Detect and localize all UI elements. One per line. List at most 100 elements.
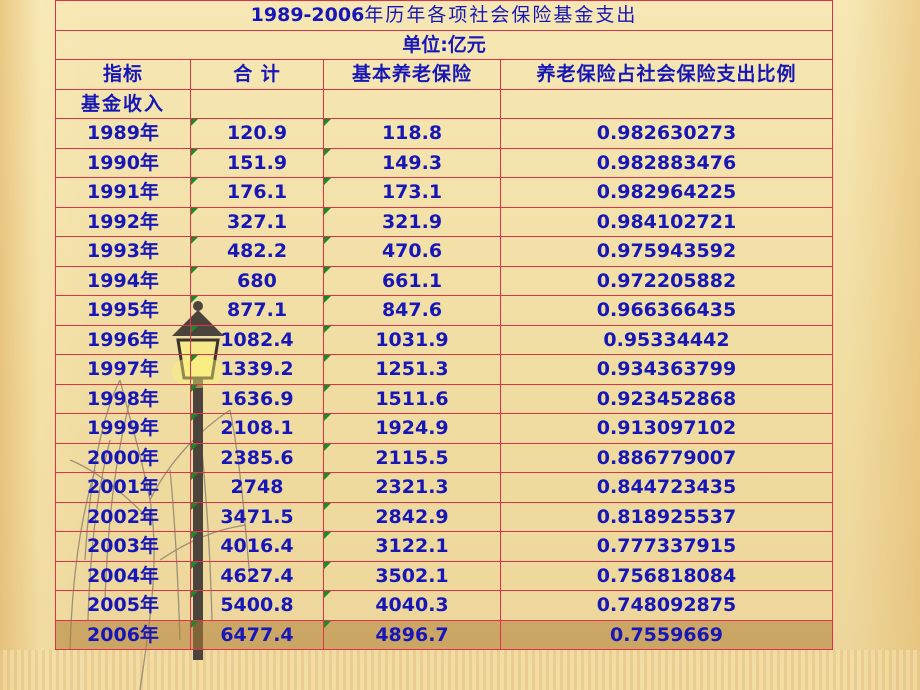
total-cell: 327.1: [190, 206, 324, 237]
year-cell: 1992年: [55, 206, 191, 237]
header-indicator: 指标: [55, 59, 191, 90]
year-cell: 1995年: [55, 295, 191, 326]
ratio-cell: 0.913097102: [500, 413, 833, 444]
subheader-row: 基金收入: [55, 88, 833, 119]
cell-comment-marker: [324, 591, 331, 598]
ratio-cell: 0.886779007: [500, 442, 833, 473]
table-row: 1991年 176.1 173.1 0.982964225: [55, 177, 833, 208]
basic-pension-cell: 321.9: [323, 206, 501, 237]
basic-pension-cell: 847.6: [323, 295, 501, 326]
cell-comment-marker: [191, 443, 198, 451]
cell-comment-marker: [324, 296, 331, 303]
ratio-cell: 0.7559669: [500, 619, 833, 650]
ratio-cell: 0.748092875: [500, 590, 833, 621]
basic-pension-cell: 1924.9: [323, 413, 501, 444]
ratio-cell: 0.972205882: [500, 265, 833, 296]
cell-comment-marker: [324, 119, 331, 126]
basic-pension-cell: 1031.9: [323, 324, 501, 355]
table-row: 1999年 2108.1 1924.9 0.913097102: [55, 413, 833, 444]
total-cell: 176.1: [190, 177, 324, 208]
total-cell: 2385.6: [190, 442, 324, 473]
basic-pension-cell: 1251.3: [323, 354, 501, 385]
cell-comment-marker: [191, 414, 198, 421]
table-row: 2003年 4016.4 3122.1 0.777337915: [55, 531, 833, 562]
cell-comment-marker: [324, 266, 331, 274]
cell-comment-marker: [191, 296, 198, 303]
year-cell: 1996年: [55, 324, 191, 355]
cell-comment-marker: [191, 355, 198, 362]
year-cell: 2005年: [55, 590, 191, 621]
basic-pension-cell: 149.3: [323, 147, 501, 178]
year-cell: 1994年: [55, 265, 191, 296]
cell-comment-marker: [191, 502, 198, 510]
table-row: 1996年 1082.4 1031.9 0.95334442: [55, 324, 833, 355]
basic-pension-cell: 3502.1: [323, 560, 501, 591]
unit-row: 单位:亿元: [55, 29, 833, 60]
total-cell: 120.9: [190, 118, 324, 149]
year-cell: 1993年: [55, 236, 191, 267]
total-cell: 1339.2: [190, 354, 324, 385]
fund-expenditure-table: 1989-2006年历年各项社会保险基金支出 单位:亿元 指标 合 计 基本养老…: [55, 0, 833, 650]
ratio-cell: 0.984102721: [500, 206, 833, 237]
cell-comment-marker: [191, 620, 198, 628]
total-cell: 4016.4: [190, 531, 324, 562]
cell-comment-marker: [191, 325, 198, 333]
cell-comment-marker: [191, 384, 198, 392]
ratio-cell: 0.966366435: [500, 295, 833, 326]
ratio-cell: 0.756818084: [500, 560, 833, 591]
ratio-cell: 0.982883476: [500, 147, 833, 178]
table-row: 1997年 1339.2 1251.3 0.934363799: [55, 354, 833, 385]
ratio-cell: 0.982630273: [500, 118, 833, 149]
table-row: 2001年 2748 2321.3 0.844723435: [55, 472, 833, 503]
empty-cell: [323, 88, 501, 119]
year-cell: 1999年: [55, 413, 191, 444]
cell-comment-marker: [191, 591, 198, 598]
table-row: 1998年 1636.9 1511.6 0.923452868: [55, 383, 833, 414]
header-total: 合 计: [190, 59, 324, 90]
basic-pension-cell: 1511.6: [323, 383, 501, 414]
total-cell: 3471.5: [190, 501, 324, 532]
table-row: 2004年 4627.4 3502.1 0.756818084: [55, 560, 833, 591]
cell-comment-marker: [191, 473, 198, 480]
table-row: 1992年 327.1 321.9 0.984102721: [55, 206, 833, 237]
subheader-fund-income: 基金收入: [55, 88, 191, 119]
cell-comment-marker: [324, 355, 331, 362]
cell-comment-marker: [191, 148, 198, 156]
year-cell: 1989年: [55, 118, 191, 149]
basic-pension-cell: 4896.7: [323, 619, 501, 650]
cell-comment-marker: [324, 325, 331, 333]
year-cell: 1998年: [55, 383, 191, 414]
year-cell: 2006年: [55, 619, 191, 650]
table-row: 2006年 6477.4 4896.7 0.7559669: [55, 619, 833, 650]
cell-comment-marker: [324, 561, 331, 569]
ratio-cell: 0.923452868: [500, 383, 833, 414]
ratio-cell: 0.818925537: [500, 501, 833, 532]
basic-pension-cell: 4040.3: [323, 590, 501, 621]
cell-comment-marker: [324, 178, 331, 185]
empty-cell: [500, 88, 833, 119]
cell-comment-marker: [324, 207, 331, 215]
empty-cell: [190, 88, 324, 119]
total-cell: 2748: [190, 472, 324, 503]
year-cell: 1991年: [55, 177, 191, 208]
cell-comment-marker: [324, 532, 331, 539]
total-cell: 1636.9: [190, 383, 324, 414]
header-row: 指标 合 计 基本养老保险 养老保险占社会保险支出比例: [55, 59, 833, 90]
unit-label: 单位:亿元: [55, 29, 833, 60]
year-cell: 2002年: [55, 501, 191, 532]
cell-comment-marker: [324, 620, 331, 628]
cell-comment-marker: [324, 148, 331, 156]
ratio-cell: 0.975943592: [500, 236, 833, 267]
table-row: 1989年 120.9 118.8 0.982630273: [55, 118, 833, 149]
header-pension-ratio: 养老保险占社会保险支出比例: [500, 59, 833, 90]
ratio-cell: 0.982964225: [500, 177, 833, 208]
basic-pension-cell: 470.6: [323, 236, 501, 267]
basic-pension-cell: 2115.5: [323, 442, 501, 473]
year-cell: 2003年: [55, 531, 191, 562]
ratio-cell: 0.777337915: [500, 531, 833, 562]
basic-pension-cell: 3122.1: [323, 531, 501, 562]
year-cell: 1990年: [55, 147, 191, 178]
cell-comment-marker: [324, 502, 331, 510]
ratio-cell: 0.934363799: [500, 354, 833, 385]
total-cell: 482.2: [190, 236, 324, 267]
